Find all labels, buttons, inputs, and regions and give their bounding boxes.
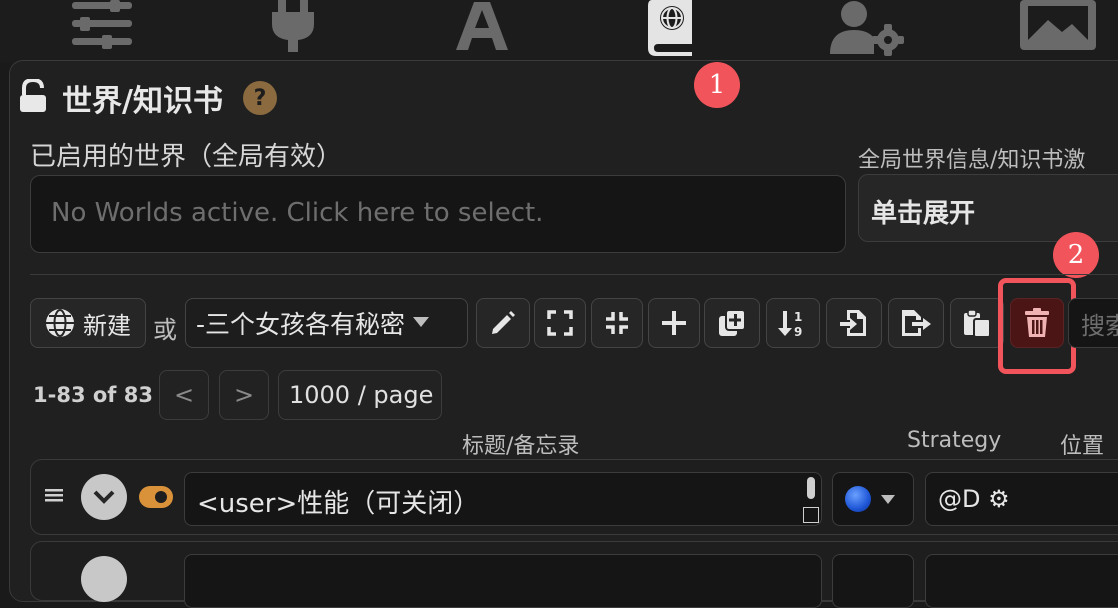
strategy-select[interactable]	[832, 554, 914, 608]
table-row	[30, 541, 1118, 608]
panel-header: 世界/知识书 ?	[18, 77, 277, 119]
active-worlds-placeholder: No Worlds active. Click here to select.	[51, 198, 544, 228]
new-world-button[interactable]: 新建	[30, 298, 146, 348]
page-size-select[interactable]: 1000 / page	[278, 370, 442, 420]
strategy-select[interactable]	[832, 472, 914, 526]
textarea-scrollbar[interactable]	[807, 477, 815, 499]
divider	[30, 274, 1118, 275]
search-placeholder: 搜索	[1081, 311, 1118, 340]
book-globe-icon[interactable]	[644, 0, 700, 56]
page-title: 世界/知识书	[62, 84, 223, 119]
delete-highlight-box	[998, 278, 1076, 374]
unlock-icon[interactable]	[18, 77, 48, 117]
annotation-marker-2: 2	[1053, 232, 1099, 278]
column-position: 位置	[1060, 434, 1105, 459]
new-label: 新建	[83, 311, 131, 340]
svg-text:1: 1	[794, 310, 802, 324]
pagination-range: 1-83 of 83	[33, 383, 153, 407]
svg-text:9: 9	[794, 325, 802, 338]
blue-circle-icon	[845, 486, 871, 512]
entry-title-input[interactable]	[184, 554, 822, 608]
plus-icon	[661, 310, 687, 336]
active-worlds-label: 已启用的世界（全局有效）	[30, 142, 343, 172]
sliders-icon[interactable]	[70, 0, 134, 56]
world-book-select[interactable]: -三个女孩各有秘密	[185, 298, 468, 348]
collapse-all-button[interactable]	[591, 298, 643, 348]
entry-title-input[interactable]: <user>性能（可关闭）	[184, 472, 822, 526]
expand-all-button[interactable]	[534, 298, 586, 348]
paste-button[interactable]	[950, 298, 1004, 348]
caret-down-icon	[881, 490, 895, 509]
column-title: 标题/备忘录	[462, 434, 580, 459]
selected-book: -三个女孩各有秘密	[196, 310, 406, 339]
font-icon[interactable]	[452, 0, 512, 56]
column-strategy: Strategy	[907, 428, 1002, 453]
collapse-toggle[interactable]	[81, 474, 127, 520]
page-size-value: 1000 / page	[289, 381, 434, 409]
chevron-down-icon	[93, 490, 115, 504]
entry-enable-toggle[interactable]	[139, 486, 173, 508]
global-settings-label: 全局世界信息/知识书激	[858, 148, 1086, 173]
search-input[interactable]: 搜索	[1068, 298, 1118, 348]
prev-page-button[interactable]: <	[159, 370, 209, 420]
active-worlds-select[interactable]: No Worlds active. Click here to select.	[30, 175, 846, 253]
or-label: 或	[153, 316, 177, 344]
next-page-button[interactable]: >	[219, 370, 269, 420]
drag-handle-icon[interactable]	[45, 484, 63, 510]
sort-button[interactable]: 1 9	[766, 298, 820, 348]
file-import-icon	[839, 308, 869, 338]
export-button[interactable]	[888, 298, 944, 348]
pencil-icon	[489, 309, 517, 337]
annotation-marker-1: 1	[694, 62, 740, 108]
position-select[interactable]	[925, 554, 1118, 608]
caret-down-icon	[413, 317, 430, 329]
expand-label: 单击展开	[871, 199, 976, 229]
table-row: <user>性能（可关闭） @D ⚙	[30, 459, 1118, 535]
copy-plus-icon	[717, 308, 747, 338]
rename-button[interactable]	[476, 298, 530, 348]
compress-icon	[604, 310, 630, 336]
duplicate-book-button[interactable]	[704, 298, 760, 348]
collapse-toggle[interactable]	[81, 556, 127, 602]
plug-icon[interactable]	[268, 0, 318, 56]
globe-icon	[45, 308, 75, 338]
import-button[interactable]	[826, 298, 882, 348]
image-icon[interactable]	[1018, 0, 1098, 56]
position-select[interactable]: @D ⚙	[925, 472, 1118, 526]
sort-icon: 1 9	[778, 308, 808, 338]
resize-handle[interactable]	[803, 507, 819, 523]
add-entry-button[interactable]	[648, 298, 700, 348]
user-gear-icon[interactable]	[828, 0, 908, 56]
help-icon[interactable]: ?	[242, 81, 277, 115]
expand-icon	[547, 310, 573, 336]
top-nav	[0, 0, 1118, 62]
file-export-icon	[900, 308, 932, 338]
paste-icon	[962, 308, 992, 338]
